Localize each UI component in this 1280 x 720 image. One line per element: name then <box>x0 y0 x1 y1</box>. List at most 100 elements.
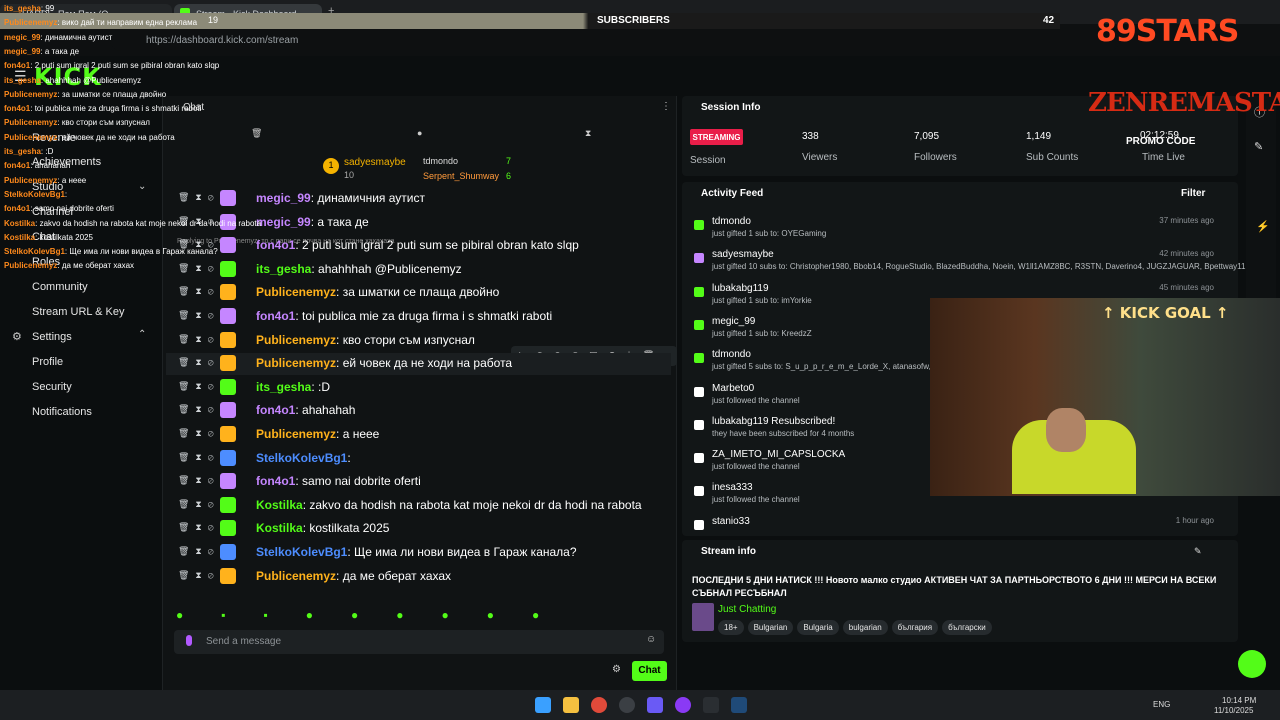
activity-username[interactable]: tdmondo <box>712 349 751 360</box>
mod-actions-icon[interactable]: 🗑⧗⊘ <box>178 404 220 415</box>
trash-icon[interactable]: 🗑 <box>251 128 262 139</box>
mod-actions-icon[interactable]: 🗑⧗⊘ <box>178 286 220 297</box>
chat-message[interactable]: 🗑⧗⊘ its_gesha: ahahhhah @Publicenemyz <box>166 259 671 281</box>
chat-message[interactable]: 🗑⧗⊘ Kostilka: zakvo da hodish na rabota k… <box>166 495 671 517</box>
chrome-icon[interactable] <box>591 697 607 713</box>
mic-icon[interactable] <box>186 635 192 646</box>
pencil-icon[interactable]: ✎ <box>1254 140 1263 153</box>
chat-message[interactable]: 🗑⧗⊘ Publicenemyz: а нееe <box>166 424 671 446</box>
mod-actions-icon[interactable]: 🗑⧗⊘ <box>178 428 220 439</box>
mod-actions-icon[interactable]: 🗑⧗⊘ <box>178 310 220 321</box>
mod-actions-icon[interactable]: 🗑⧗⊘ <box>178 499 220 510</box>
chat-username[interactable]: megic_99 <box>256 215 311 229</box>
mod-actions-icon[interactable]: 🗑⧗⊘ <box>178 546 220 557</box>
chat-username[interactable]: Publicenemyz <box>256 356 336 370</box>
mod-actions-icon[interactable]: 🗑⧗⊘ <box>178 357 220 368</box>
app-icon[interactable] <box>675 697 691 713</box>
chat-message[interactable]: 🗑⧗⊘ fon4o1: 2 puti sum igral 2 puti sum s… <box>166 235 671 257</box>
activity-username[interactable]: tdmondo <box>712 216 751 227</box>
chat-username[interactable]: Kostilka <box>256 521 303 535</box>
chat-username[interactable]: Publicenemyz <box>256 569 336 583</box>
filter-button[interactable]: Filter <box>1181 188 1205 199</box>
chat-message[interactable]: 🗑⧗⊘ megic_99: динамичния аутист <box>166 188 671 210</box>
support-chat-button[interactable] <box>1238 650 1266 678</box>
activity-username[interactable]: stanio33 <box>712 516 750 527</box>
chat-message[interactable]: 🗑⧗⊘ Kostilka: kostilkata 2025 <box>166 518 671 540</box>
activity-username[interactable]: ZA_IMETO_MI_CAPSLOCKA <box>712 449 845 460</box>
chat-input[interactable]: Send a message <box>174 630 664 654</box>
obs-icon[interactable] <box>619 697 635 713</box>
chevron-up-icon[interactable]: ⌃ <box>138 329 146 340</box>
category-link[interactable]: Just Chatting <box>718 604 776 615</box>
chat-username[interactable]: megic_99 <box>256 191 311 205</box>
mod-actions-icon[interactable]: 🗑⧗⊘ <box>178 522 220 533</box>
mod-actions-icon[interactable]: 🗑⧗⊘ <box>178 381 220 392</box>
chat-message[interactable]: 🗑⧗⊘ StelkoKolevBg1: Ще има ли нови видеа … <box>166 542 671 564</box>
tag[interactable]: 18+ <box>718 620 744 635</box>
url-field[interactable]: https://dashboard.kick.com/stream <box>110 29 1120 51</box>
activity-username[interactable]: Marbeto0 <box>712 383 754 394</box>
windows-start-icon[interactable] <box>535 697 551 713</box>
chat-username[interactable]: fon4o1 <box>256 238 295 252</box>
edit-icon[interactable]: ✎ <box>1194 546 1202 557</box>
tag[interactable]: bulgarian <box>842 620 888 635</box>
chat-username[interactable]: fon4o1 <box>256 309 295 323</box>
mod-actions-icon[interactable]: 🗑⧗⊘ <box>178 334 220 345</box>
chat-message[interactable]: 🗑⧗⊘ fon4o1: toi publica mie za druga firm… <box>166 306 671 328</box>
chat-username[interactable]: StelkoKolevBg1 <box>256 545 347 559</box>
chat-username[interactable]: its_gesha <box>256 262 311 276</box>
tag[interactable]: българия <box>891 620 939 635</box>
activity-username[interactable]: inesa333 <box>712 482 753 493</box>
sidebar-item-profile[interactable]: Profile <box>32 356 63 368</box>
chat-message[interactable]: 🗑⧗⊘ Publicenemyz: кво стори съм изпуснал <box>166 330 671 352</box>
chat-username[interactable]: Kostilka <box>256 498 303 512</box>
activity-gift-icon <box>694 220 704 230</box>
tag[interactable]: български <box>942 620 992 635</box>
emoji-icon[interactable]: ☺ <box>646 634 656 645</box>
chat-message[interactable]: 🗑⧗⊘ fon4o1: samo nai dobrite oferti <box>166 471 671 493</box>
bolt-icon[interactable]: ⚡ <box>1256 220 1270 233</box>
chat-username[interactable]: Publicenemyz <box>256 333 336 347</box>
mod-actions-icon[interactable]: 🗑⧗⊘ <box>178 570 220 581</box>
chat-message[interactable]: 🗑⧗⊘ its_gesha: :D <box>166 377 671 399</box>
sidebar-item-security[interactable]: Security <box>32 381 72 393</box>
clock-date[interactable]: 11/10/2025 <box>1214 706 1253 715</box>
settings-icon[interactable]: ⚙ <box>612 664 621 675</box>
chat-message[interactable]: 🗑⧗⊘ fon4o1: ahahahah <box>166 400 671 422</box>
clock-time[interactable]: 10:14 PM <box>1222 696 1256 705</box>
chat-message[interactable]: 🗑⧗⊘ StelkoKolevBg1: <box>166 448 671 470</box>
activity-username[interactable]: sadyesmaybe <box>712 249 774 260</box>
steam-icon[interactable] <box>731 697 747 713</box>
activity-username[interactable]: lubakabg119 <box>712 283 769 294</box>
mod-actions-icon[interactable]: 🗑⧗⊘ <box>178 475 220 486</box>
chat-message[interactable]: 🗑⧗⊘ Publicenemyz: ей човек да не ходи на … <box>166 353 671 376</box>
chat-message[interactable]: 🗑⧗⊘ Publicenemyz: да ме оберат хахах <box>166 566 671 588</box>
tag[interactable]: Bulgaria <box>797 620 839 635</box>
chevron-down-icon[interactable]: ⌄ <box>138 181 146 192</box>
chat-menu-icon[interactable]: ⋮ <box>661 101 671 112</box>
sidebar-item-settings[interactable]: Settings <box>32 331 72 343</box>
chat-username[interactable]: StelkoKolevBg1 <box>256 451 347 465</box>
sidebar-item-notifications[interactable]: Notifications <box>32 406 92 418</box>
chat-bubble-icon[interactable]: ● <box>417 128 422 138</box>
mod-actions-icon[interactable]: 🗑⧗⊘ <box>178 452 220 463</box>
tag[interactable]: Bulgarian <box>747 620 794 635</box>
discord-icon[interactable] <box>647 697 663 713</box>
mod-actions-icon[interactable]: 🗑⧗⊘ <box>178 192 220 203</box>
folder-icon[interactable] <box>563 697 579 713</box>
hourglass-icon[interactable]: ⧗ <box>585 128 591 139</box>
activity-username[interactable]: lubakabg119 Resubscribed! <box>712 416 835 427</box>
activity-username[interactable]: megic_99 <box>712 316 755 327</box>
send-chat-button[interactable]: Chat <box>632 661 667 681</box>
chat-username[interactable]: fon4o1 <box>256 403 295 417</box>
chat-message[interactable]: 🗑⧗⊘ Publicenemyz: за шматки се плаща двой… <box>166 282 671 304</box>
language-indicator[interactable]: ENG <box>1153 700 1170 709</box>
sidebar-item-community[interactable]: Community <box>32 281 88 293</box>
chat-username[interactable]: Publicenemyz <box>256 427 336 441</box>
mod-actions-icon[interactable]: 🗑⧗⊘ <box>178 263 220 274</box>
terminal-icon[interactable] <box>703 697 719 713</box>
chat-username[interactable]: fon4o1 <box>256 474 295 488</box>
chat-username[interactable]: its_gesha <box>256 380 311 394</box>
sidebar-item-stream-url[interactable]: Stream URL & Key <box>32 306 125 318</box>
chat-username[interactable]: Publicenemyz <box>256 285 336 299</box>
